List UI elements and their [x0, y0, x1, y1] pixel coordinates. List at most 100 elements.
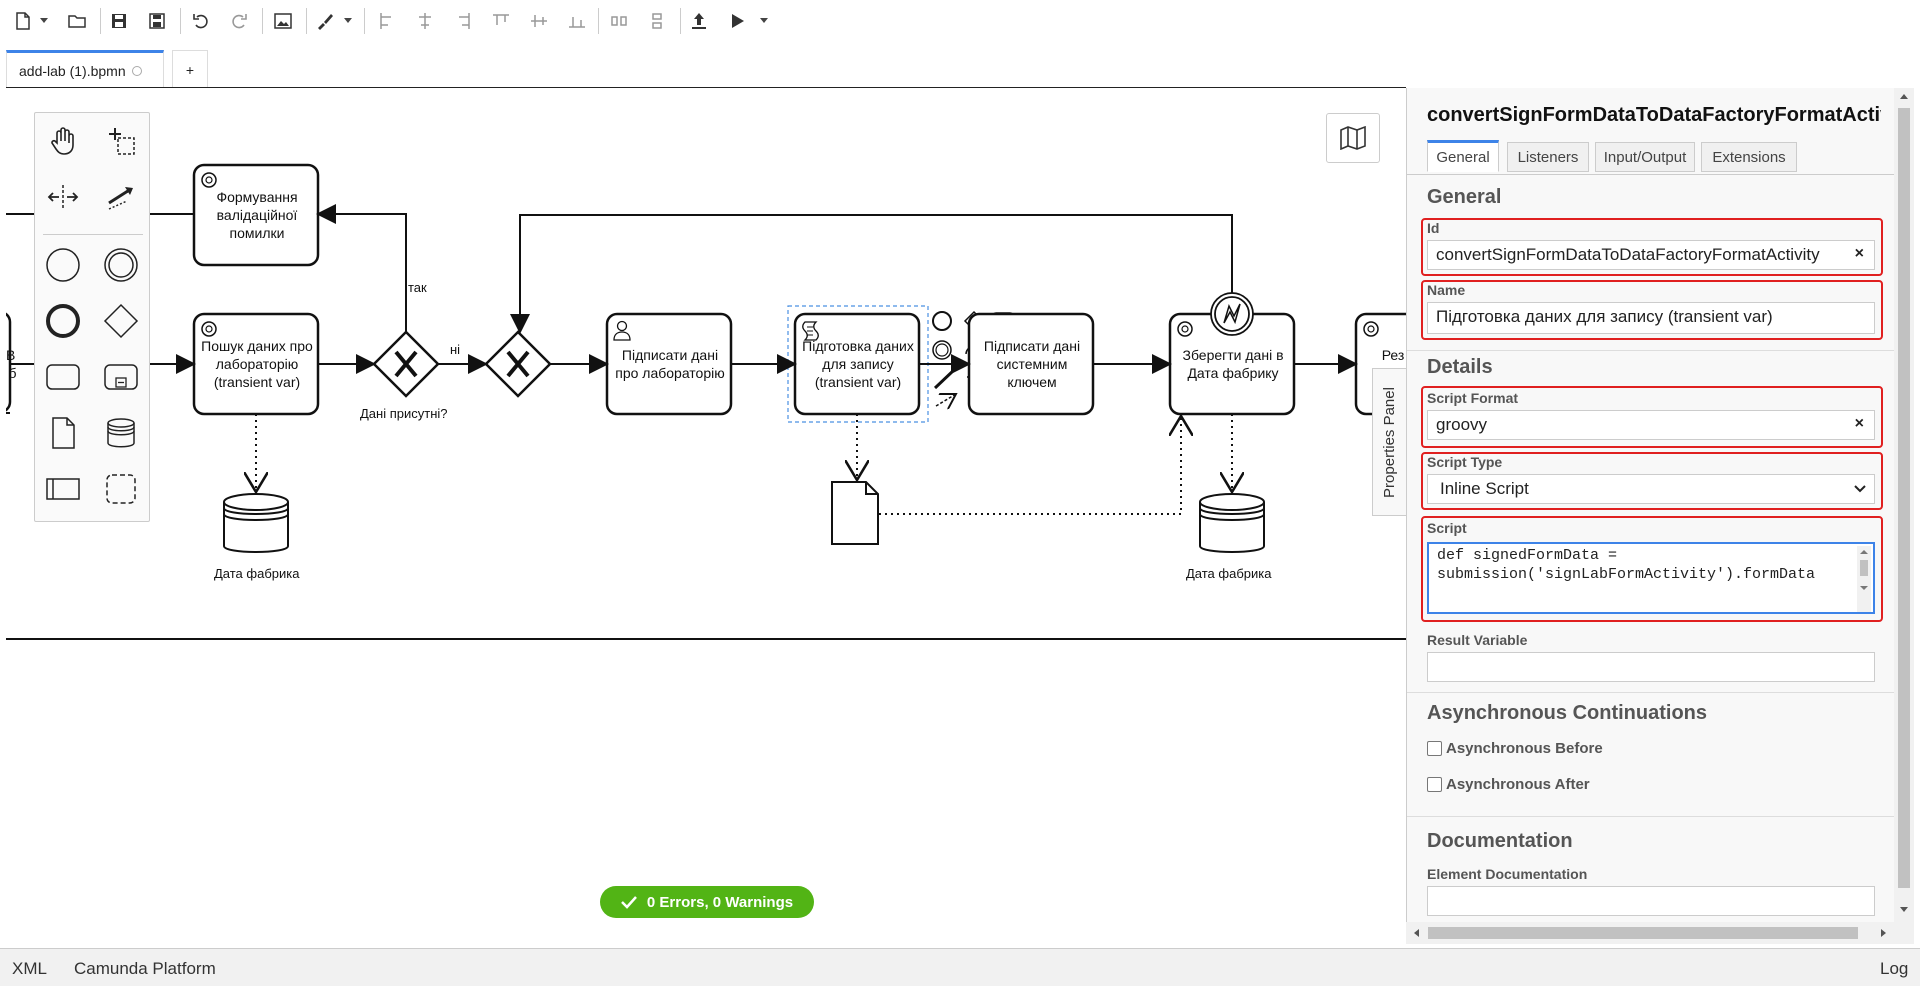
data-store-tool-icon[interactable] — [99, 411, 143, 455]
async-after-checkbox[interactable] — [1427, 777, 1442, 792]
data-store-label: Дата фабрика — [1186, 566, 1272, 581]
tab-general[interactable]: General — [1427, 140, 1499, 172]
flow-label-no: ні — [450, 342, 461, 357]
clear-icon[interactable]: × — [1855, 245, 1864, 263]
task-search-data-label: Пошук даних про лабораторію (transient v… — [201, 338, 313, 390]
distribute-horizontal-icon[interactable] — [606, 8, 632, 34]
gateway-tool-icon[interactable] — [99, 299, 143, 343]
palette-divider — [43, 234, 143, 235]
group-tool-icon[interactable] — [99, 467, 143, 511]
lint-status-button[interactable]: 0 Errors, 0 Warnings — [600, 886, 814, 918]
chevron-down-icon[interactable] — [760, 18, 768, 23]
name-label: Name — [1427, 282, 1466, 298]
pool-tool-icon[interactable] — [41, 467, 85, 511]
data-object-icon[interactable] — [831, 481, 879, 545]
map-icon — [1340, 126, 1366, 150]
execution-platform-button[interactable]: Camunda Platform — [74, 959, 216, 979]
panel-title: convertSignFormDataToDataFactoryFormatAc… — [1427, 104, 1881, 126]
panel-vertical-scrollbar[interactable] — [1894, 88, 1914, 922]
export-image-icon[interactable] — [270, 8, 296, 34]
tool-palette — [34, 112, 150, 522]
append-end-event-icon[interactable] — [932, 311, 952, 331]
result-variable-label: Result Variable — [1427, 632, 1528, 648]
chevron-down-icon[interactable] — [344, 18, 352, 23]
script-type-select[interactable]: Inline Script — [1427, 474, 1875, 504]
hand-tool-icon[interactable] — [41, 119, 85, 163]
minimap-button[interactable] — [1326, 113, 1380, 163]
group-divider — [1407, 350, 1894, 351]
element-documentation-textarea[interactable] — [1427, 886, 1875, 916]
exclusive-gateway[interactable] — [372, 330, 440, 398]
undo-icon[interactable] — [188, 8, 214, 34]
log-button[interactable]: Log — [1880, 959, 1908, 979]
save-icon[interactable] — [106, 8, 132, 34]
new-file-icon[interactable] — [10, 8, 36, 34]
lasso-tool-icon[interactable] — [99, 119, 143, 163]
properties-panel-toggle[interactable]: Properties Panel — [1372, 368, 1406, 516]
new-tab-button[interactable]: + — [172, 50, 208, 88]
global-connect-tool-icon[interactable] — [99, 175, 143, 219]
task-sign-data-label: Підписати дані про лабораторію — [615, 347, 725, 381]
scrollbar-thumb[interactable] — [1898, 108, 1910, 888]
diagram-canvas[interactable]: Вста бізн Формування валідаційної помилк… — [6, 88, 1406, 944]
group-details-title: Details — [1427, 356, 1493, 378]
data-store-icon[interactable] — [1199, 493, 1265, 553]
scroll-left-icon[interactable] — [1412, 928, 1420, 938]
start-event-tool-icon[interactable] — [41, 243, 85, 287]
toolbar-divider — [680, 8, 681, 34]
tab-extensions[interactable]: Extensions — [1701, 142, 1797, 172]
script-format-input[interactable]: groovy × — [1427, 410, 1875, 440]
task-validation-error-label: Формування валідаційної помилки — [216, 189, 298, 241]
align-middle-icon[interactable] — [526, 8, 552, 34]
color-brush-icon[interactable] — [312, 8, 338, 34]
intermediate-event-tool-icon[interactable] — [99, 243, 143, 287]
xml-button[interactable]: XML — [12, 959, 47, 979]
script-format-label: Script Format — [1427, 390, 1519, 406]
tab-file[interactable]: add-lab (1).bpmn — [6, 50, 164, 88]
distribute-vertical-icon[interactable] — [644, 8, 670, 34]
tab-listeners[interactable]: Listeners — [1507, 142, 1589, 172]
open-folder-icon[interactable] — [64, 8, 90, 34]
panel-horizontal-scrollbar[interactable] — [1406, 922, 1914, 944]
association-icon[interactable] — [935, 394, 956, 406]
data-object-tool-icon[interactable] — [41, 411, 85, 455]
redo-icon[interactable] — [226, 8, 252, 34]
async-before-row[interactable]: Asynchronous Before — [1427, 740, 1603, 757]
script-scrollbar[interactable] — [1857, 546, 1871, 612]
align-bottom-icon[interactable] — [564, 8, 590, 34]
connect-icon[interactable] — [933, 368, 956, 390]
deploy-icon[interactable] — [686, 8, 712, 34]
chevron-down-icon[interactable] — [40, 18, 48, 23]
task-tool-icon[interactable] — [41, 355, 85, 399]
save-as-icon[interactable] — [144, 8, 170, 34]
tab-input-output[interactable]: Input/Output — [1595, 142, 1695, 172]
align-left-icon[interactable] — [374, 8, 400, 34]
checkmark-icon — [621, 896, 637, 909]
align-center-icon[interactable] — [412, 8, 438, 34]
result-variable-input[interactable] — [1427, 652, 1875, 682]
id-input[interactable]: convertSignFormDataToDataFactoryFormatAc… — [1427, 240, 1875, 270]
scroll-right-icon[interactable] — [1880, 928, 1888, 938]
exclusive-gateway[interactable] — [484, 330, 552, 398]
name-textarea[interactable]: Підготовка даних для запису (transient v… — [1427, 302, 1875, 334]
clear-icon[interactable]: × — [1855, 415, 1864, 433]
task-save-data-label: Зберегти дані в Дата фабрику — [1182, 347, 1284, 381]
align-right-icon[interactable] — [450, 8, 476, 34]
group-divider — [1407, 692, 1894, 693]
properties-panel: convertSignFormDataToDataFactoryFormatAc… — [1406, 88, 1894, 944]
end-event-tool-icon[interactable] — [41, 299, 85, 343]
scroll-down-icon[interactable] — [1899, 906, 1909, 914]
script-textarea[interactable]: def signedFormData = submission('signLab… — [1427, 542, 1875, 614]
space-tool-icon[interactable] — [41, 175, 85, 219]
script-format-value: groovy — [1436, 415, 1488, 434]
scrollbar-thumb[interactable] — [1428, 927, 1858, 939]
async-after-row[interactable]: Asynchronous After — [1427, 776, 1590, 793]
scroll-up-icon[interactable] — [1899, 92, 1909, 100]
play-icon[interactable] — [724, 8, 750, 34]
async-before-checkbox[interactable] — [1427, 741, 1442, 756]
script-type-label: Script Type — [1427, 454, 1503, 470]
data-store-icon[interactable] — [223, 493, 289, 553]
subprocess-tool-icon[interactable] — [99, 355, 143, 399]
script-type-value: Inline Script — [1440, 479, 1529, 498]
align-top-icon[interactable] — [488, 8, 514, 34]
